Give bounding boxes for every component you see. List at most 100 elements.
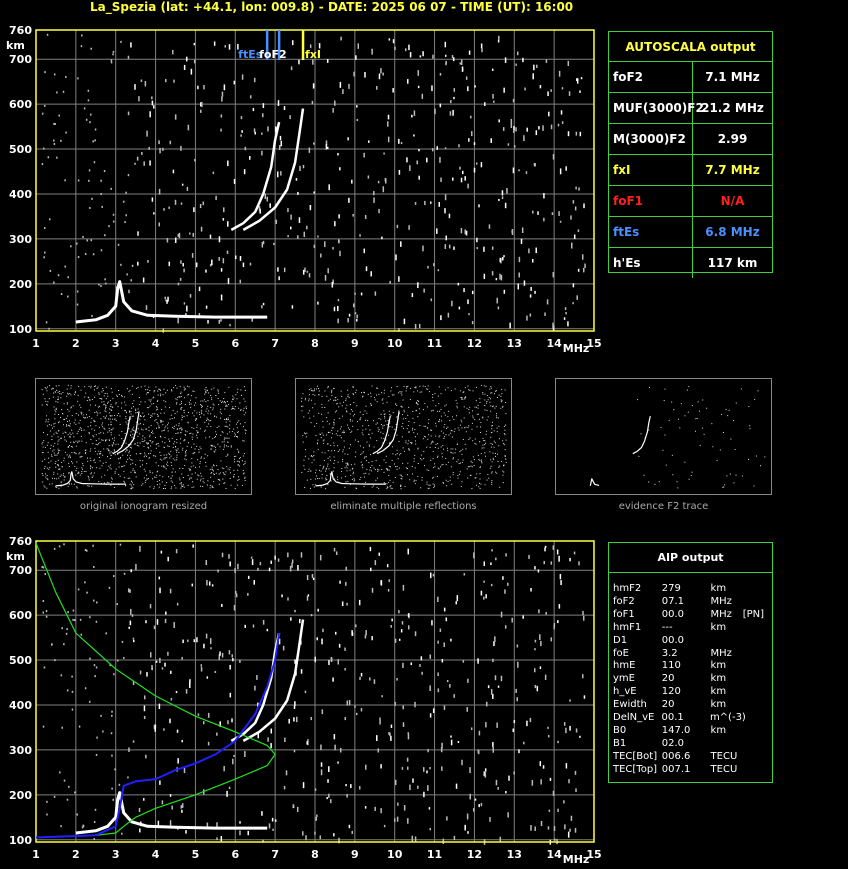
thumb-noise	[46, 403, 48, 405]
thumb-noise	[84, 386, 86, 388]
thumb-noise	[741, 475, 743, 477]
aip-cell: km	[710, 621, 727, 633]
thumb-noise	[443, 412, 445, 414]
thumb-noise	[196, 426, 198, 428]
thumb-noise	[454, 452, 456, 454]
bottom-noise	[234, 567, 236, 573]
thumb-noise	[748, 458, 750, 460]
thumb-noise	[504, 434, 506, 436]
thumb-noise	[179, 427, 181, 429]
thumb-noise	[98, 392, 100, 394]
bottom-noise	[274, 819, 277, 822]
thumb-noise	[44, 486, 46, 488]
thumb-noise	[340, 477, 342, 479]
thumb-noise	[73, 422, 75, 424]
bottom-noise	[94, 675, 96, 678]
thumb-noise	[194, 410, 196, 412]
thumb-noise	[141, 464, 143, 466]
thumb-noise	[376, 401, 378, 403]
thumb-noise	[150, 414, 152, 416]
thumb-noise	[353, 471, 355, 473]
bottom-noise	[396, 678, 398, 681]
bottom-noise	[53, 795, 56, 798]
thumb-noise	[236, 448, 238, 450]
thumb-noise	[393, 394, 395, 396]
aip-cell: 120	[661, 686, 681, 698]
thumb-noise	[660, 427, 662, 429]
thumb-noise	[63, 460, 65, 462]
bottom-noise	[442, 838, 445, 844]
thumb-noise	[223, 400, 225, 402]
bottom-noise	[315, 816, 318, 821]
thumb-noise	[94, 462, 96, 464]
thumb-noise	[50, 430, 52, 432]
thumb-noise	[242, 455, 244, 457]
thumb-noise	[310, 470, 312, 472]
thumb-noise	[58, 398, 60, 400]
thumb-noise	[457, 459, 459, 461]
thumb-noise	[123, 477, 125, 479]
thumb-noise	[41, 443, 43, 445]
thumb-noise	[433, 467, 435, 469]
thumb-noise	[51, 435, 53, 437]
thumb-noise	[59, 475, 61, 477]
thumb-noise	[350, 404, 352, 406]
thumb-noise	[80, 428, 82, 430]
thumb-noise	[314, 394, 316, 396]
thumb-noise	[427, 388, 429, 390]
thumb-noise	[75, 474, 77, 476]
bottom-noise	[187, 639, 189, 642]
bottom-noise	[344, 717, 346, 721]
thumb-noise	[164, 485, 166, 487]
thumb-noise	[69, 445, 71, 447]
thumb-noise	[200, 475, 202, 477]
thumb-noise	[176, 456, 178, 458]
thumb-noise	[494, 442, 496, 444]
thumb-noise	[445, 404, 447, 406]
thumb-noise	[192, 433, 194, 435]
thumb-noise	[377, 387, 379, 389]
thumb-noise	[142, 483, 144, 485]
bottom-noise	[171, 805, 173, 810]
thumb-noise	[220, 408, 222, 410]
bottom-noise	[553, 826, 556, 831]
thumb-noise	[65, 417, 67, 419]
thumb-noise	[219, 446, 221, 448]
thumb-noise	[67, 456, 69, 458]
thumb-noise	[204, 393, 206, 395]
thumb-noise	[231, 431, 233, 433]
thumb-noise	[102, 390, 104, 392]
thumb-noise	[363, 473, 365, 475]
thumb-noise	[368, 473, 370, 475]
thumb-noise	[412, 410, 414, 412]
thumb-noise	[236, 398, 238, 400]
thumb-noise	[217, 397, 219, 399]
autoscala-key: foF2	[609, 62, 693, 92]
thumb-noise	[380, 437, 382, 439]
thumb-noise	[186, 445, 188, 447]
thumb-noise	[114, 471, 116, 473]
thumb-noise	[365, 472, 367, 474]
thumb-noise	[50, 444, 52, 446]
thumb-noise	[360, 417, 362, 419]
thumb-noise	[114, 437, 116, 439]
bottom-noise	[175, 549, 178, 554]
bottom-noise	[526, 720, 528, 727]
bottom-y-tick-label: 500	[9, 654, 32, 667]
thumb-noise	[59, 390, 61, 392]
thumb-noise	[90, 473, 92, 475]
bottom-noise	[505, 553, 507, 557]
bottom-noise	[252, 624, 255, 628]
thumb-noise	[426, 483, 428, 485]
thumb-noise	[496, 427, 498, 429]
thumb-noise	[132, 462, 134, 464]
thumb-noise	[437, 442, 439, 444]
thumb-noise	[323, 442, 325, 444]
bottom-noise	[202, 721, 205, 725]
thumb-noise	[354, 463, 356, 465]
thumb-noise	[176, 439, 178, 441]
thumb-noise	[106, 402, 108, 404]
bottom-noise	[209, 638, 212, 645]
thumb-noise	[214, 437, 216, 439]
thumb-noise	[226, 433, 228, 435]
